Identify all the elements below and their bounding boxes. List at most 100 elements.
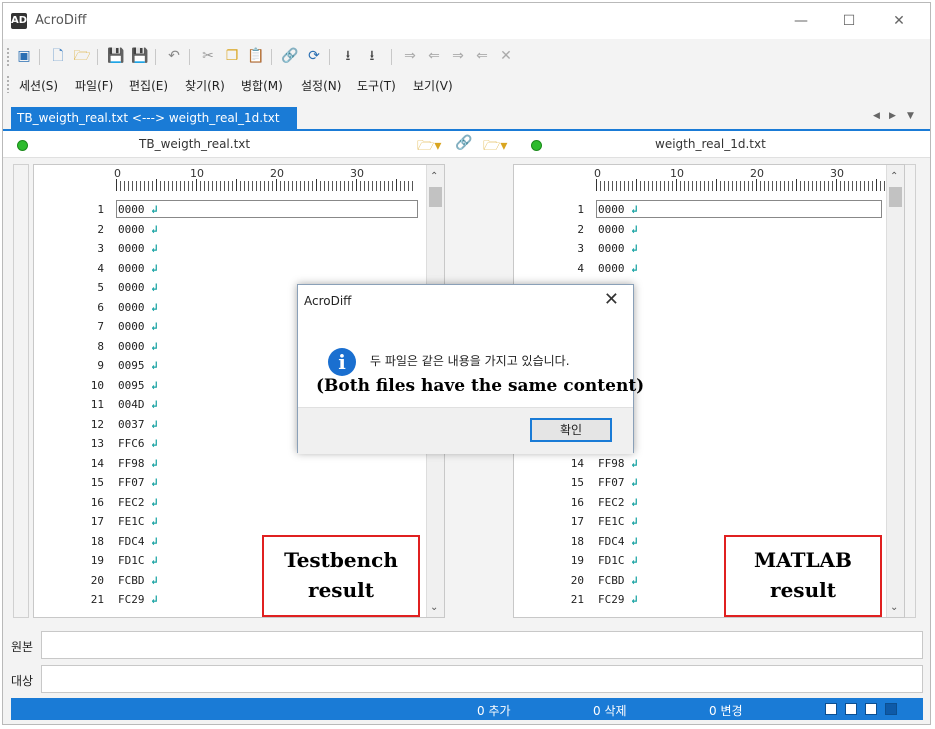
tab-scroll-right-icon[interactable]: ▶ [889, 111, 896, 121]
code-line[interactable]: 0000 ↲ [598, 242, 638, 255]
code-line[interactable]: FE1C ↲ [118, 515, 158, 528]
compare-link-icon[interactable]: 🔗 [281, 47, 299, 65]
code-line[interactable]: FF07 ↲ [118, 476, 158, 489]
target-line-view[interactable] [41, 665, 923, 693]
paste-icon[interactable]: 📋 [247, 47, 265, 65]
merge-next-icon[interactable]: ⇒ [449, 47, 467, 65]
tab-scroll-left-icon[interactable]: ◀ [873, 111, 880, 121]
dialog-close-icon[interactable]: ✕ [604, 289, 619, 310]
menu-file[interactable]: 파일(F) [75, 77, 113, 94]
refresh-icon[interactable]: ⟳ [305, 47, 323, 65]
code-line[interactable]: 0000 ↲ [118, 223, 158, 236]
line-number: 2 [97, 222, 104, 236]
view-stacked-icon[interactable] [845, 703, 857, 715]
left-filename: TB_weigth_real.txt [139, 137, 251, 151]
code-line[interactable]: FE1C ↲ [598, 515, 638, 528]
left-overview-bar[interactable] [13, 164, 29, 618]
menu-grip[interactable] [6, 75, 10, 93]
line-number: 20 [90, 573, 104, 587]
code-line[interactable]: 0000 ↲ [118, 301, 158, 314]
save-icon[interactable]: 💾 [107, 47, 125, 65]
code-line[interactable]: 004D ↲ [118, 398, 158, 411]
upload-icon[interactable]: ⭳ [339, 47, 357, 65]
view-options-icon[interactable] [865, 703, 877, 715]
code-line[interactable]: FF07 ↲ [598, 476, 638, 489]
code-line[interactable]: 0000 ↲ [598, 262, 638, 275]
code-text: FEC2 [118, 495, 145, 509]
code-line[interactable]: 0037 ↲ [118, 418, 158, 431]
menu-find[interactable]: 찾기(R) [185, 77, 225, 94]
menu-settings[interactable]: 설정(N) [301, 77, 341, 94]
code-line[interactable]: 0000 ↲ [118, 203, 158, 216]
line-end-icon: ↲ [624, 476, 638, 489]
close-window-button[interactable]: ✕ [879, 9, 919, 33]
save-all-icon[interactable]: 💾 [131, 47, 149, 65]
swap-files-icon[interactable]: 🔗 [455, 135, 472, 151]
code-line[interactable]: FDC4 ↲ [118, 535, 158, 548]
code-line[interactable]: FCBD ↲ [118, 574, 158, 587]
code-line[interactable]: 0000 ↲ [118, 242, 158, 255]
code-line[interactable]: 0095 ↲ [118, 359, 158, 372]
right-status-led-icon [531, 140, 542, 151]
code-line[interactable]: FFC6 ↲ [118, 437, 158, 450]
tab-compare[interactable]: TB_weigth_real.txt <---> weigth_real_1d.… [11, 107, 297, 147]
scroll-up-icon[interactable]: ⌃ [890, 171, 898, 182]
view-side-by-side-icon[interactable] [825, 703, 837, 715]
toolbar: ▣ 🗋 🗁 💾 💾 ↶ ✂ ❐ 📋 🔗 ⟳ ⭳ ⭳ ⇒ ⇐ ⇒ ⇐ ✕ [3, 41, 930, 73]
code-line[interactable]: FF98 ↲ [118, 457, 158, 470]
line-end-icon: ↲ [144, 456, 158, 470]
code-line[interactable]: FF98 ↲ [598, 457, 638, 470]
right-open-folder-icon[interactable]: 🗁▾ [483, 135, 507, 159]
code-line[interactable]: 0095 ↲ [118, 379, 158, 392]
menu-edit[interactable]: 편집(E) [129, 77, 168, 94]
code-line[interactable]: 0000 ↲ [118, 281, 158, 294]
code-line[interactable]: FC29 ↲ [598, 593, 638, 606]
line-number: 17 [90, 515, 104, 528]
code-line[interactable]: FD1C ↲ [598, 554, 638, 567]
source-line-view[interactable] [41, 631, 923, 659]
right-vertical-scrollbar[interactable]: ⌃ ⌄ [886, 165, 904, 617]
merge-right-icon[interactable]: ⇐ [425, 47, 443, 65]
merge-prev-icon[interactable]: ⇐ [473, 47, 491, 65]
scroll-thumb[interactable] [429, 187, 442, 207]
download-icon[interactable]: ⭳ [363, 47, 381, 65]
minimize-button[interactable]: — [781, 9, 821, 33]
code-text: 0000 [118, 339, 145, 353]
code-line[interactable]: FCBD ↲ [598, 574, 638, 587]
code-line[interactable]: FEC2 ↲ [598, 496, 638, 509]
copy-icon[interactable]: ❐ [223, 47, 241, 65]
cancel-merge-icon[interactable]: ✕ [497, 47, 515, 65]
menu-tools[interactable]: 도구(T) [357, 77, 396, 94]
new-file-icon[interactable]: 🗋 [49, 47, 67, 65]
scroll-down-icon[interactable]: ⌄ [430, 602, 438, 613]
view-single-icon[interactable] [885, 703, 897, 715]
code-line[interactable]: 0000 ↲ [118, 320, 158, 333]
code-text: 0000 [118, 300, 145, 314]
code-line[interactable]: FC29 ↲ [118, 593, 158, 606]
scroll-up-icon[interactable]: ⌃ [430, 171, 438, 182]
toolbar-grip[interactable] [6, 47, 10, 67]
menu-merge[interactable]: 병합(M) [241, 77, 283, 94]
open-folder-icon[interactable]: 🗁 [73, 47, 91, 65]
maximize-button[interactable]: ☐ [829, 9, 869, 33]
left-open-folder-icon[interactable]: 🗁▾ [417, 135, 441, 159]
ok-button[interactable]: 확인 [530, 418, 612, 442]
scroll-thumb[interactable] [889, 187, 902, 207]
cut-icon[interactable]: ✂ [199, 47, 217, 65]
code-line[interactable]: 0000 ↲ [598, 223, 638, 236]
code-line[interactable]: 0000 ↲ [598, 203, 638, 216]
scroll-down-icon[interactable]: ⌄ [890, 602, 898, 613]
new-session-icon[interactable]: ▣ [15, 47, 33, 65]
menu-view[interactable]: 보기(V) [413, 77, 453, 94]
tab-list-icon[interactable]: ▼ [907, 111, 914, 121]
code-line[interactable]: 0000 ↲ [118, 262, 158, 275]
menu-session[interactable]: 세션(S) [19, 77, 58, 94]
line-end-icon: ↲ [624, 242, 638, 255]
code-line[interactable]: FDC4 ↲ [598, 535, 638, 548]
line-number: 6 [97, 300, 104, 314]
code-line[interactable]: 0000 ↲ [118, 340, 158, 353]
code-line[interactable]: FD1C ↲ [118, 554, 158, 567]
merge-left-icon[interactable]: ⇒ [401, 47, 419, 65]
undo-icon[interactable]: ↶ [165, 47, 183, 65]
code-line[interactable]: FEC2 ↲ [118, 496, 158, 509]
